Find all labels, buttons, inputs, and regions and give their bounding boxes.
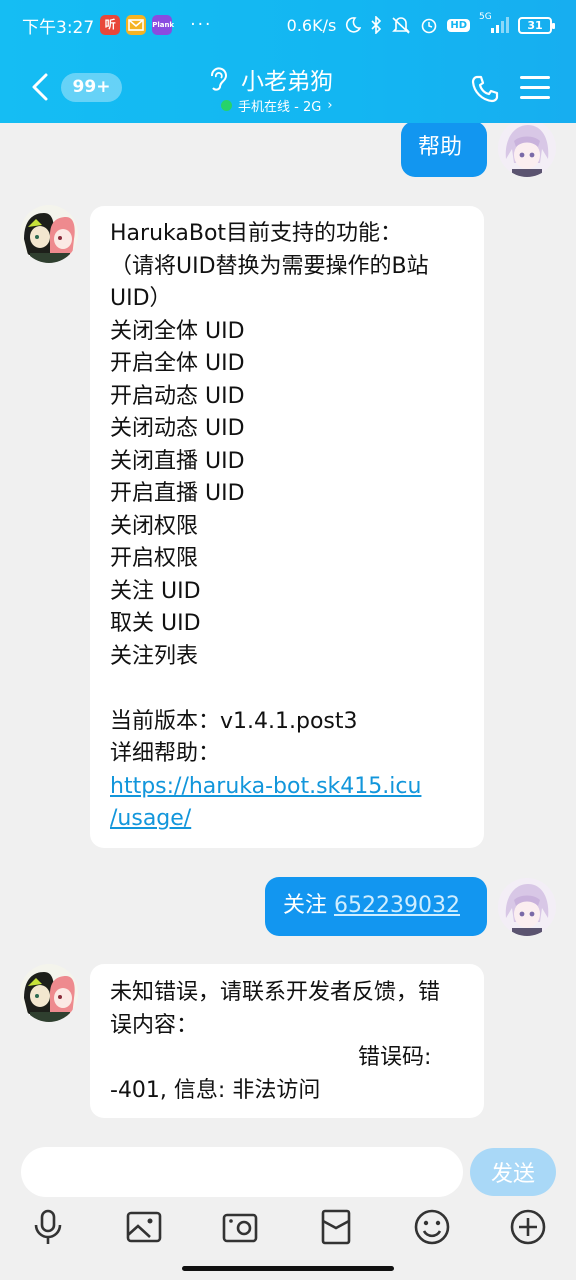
bluetooth-icon [371, 16, 382, 34]
message-bubble-in[interactable]: HarukaBot目前支持的功能： （请将UID替换为需要操作的B站 UID） … [90, 206, 484, 848]
input-bar: 发送 [0, 1135, 576, 1280]
chevron-right-icon: › [327, 98, 333, 113]
home-indicator[interactable] [182, 1266, 394, 1271]
message-bubble-out[interactable]: 关注 652239032 [265, 877, 487, 936]
uid-link[interactable]: 652239032 [334, 893, 460, 918]
emoji-icon[interactable] [412, 1207, 452, 1247]
online-dot [221, 100, 232, 111]
red-packet-icon[interactable] [316, 1207, 356, 1247]
moon-icon [346, 17, 362, 33]
mute-icon [392, 17, 411, 34]
alarm-icon [422, 18, 437, 34]
message-bubble-out[interactable]: 帮助 [401, 123, 487, 177]
help-link[interactable]: https://haruka-bot.sk415.icu /usage/ [110, 771, 470, 836]
input-toolbar [0, 1207, 576, 1251]
send-button[interactable]: 发送 [470, 1148, 556, 1196]
my-avatar[interactable] [498, 878, 556, 936]
online-status: 手机在线 - 2G › [221, 96, 333, 115]
contact-avatar[interactable] [20, 205, 78, 263]
my-avatar[interactable] [498, 123, 556, 177]
phone-call-icon[interactable] [470, 74, 500, 104]
unread-badge[interactable]: 99+ [61, 73, 122, 102]
message-bubble-in[interactable]: 未知错误，请联系开发者反馈，错 误内容： 错误码: -401, 信息: 非法访问 [90, 964, 484, 1118]
status-bar: 下午3:27 听 Plank ··· 0.6K/s HD 5G 31 [0, 0, 576, 50]
camera-icon[interactable] [220, 1207, 260, 1247]
header: 下午3:27 听 Plank ··· 0.6K/s HD 5G 31 99+ 小… [0, 0, 576, 123]
more-notifications-icon: ··· [190, 15, 213, 35]
ting-app-icon: 听 [100, 15, 121, 35]
chat-nav-bar: 99+ 小老弟狗 手机在线 - 2G › [0, 50, 576, 123]
chat-title: 小老弟狗 [241, 69, 333, 95]
status-time: 下午3:27 [22, 17, 95, 38]
microphone-icon[interactable] [28, 1207, 68, 1247]
ear-icon [211, 67, 227, 91]
plus-icon[interactable] [508, 1207, 548, 1247]
image-icon[interactable] [124, 1207, 164, 1247]
message-input[interactable] [21, 1147, 463, 1197]
back-icon[interactable] [28, 72, 54, 102]
mail-app-icon [126, 15, 147, 35]
signal-icon: 5G [479, 12, 509, 34]
net-speed: 0.6K/s [286, 15, 337, 35]
menu-icon[interactable] [520, 76, 550, 106]
chat-list[interactable]: 帮助 HarukaBot目前支持的功能： （请将UID替换为需要操作的B站 UI… [0, 123, 576, 1135]
battery-icon: 31 [518, 16, 555, 34]
contact-avatar[interactable] [20, 964, 78, 1022]
hd-icon: HD [447, 18, 470, 32]
plank-app-icon: Plank [152, 15, 174, 35]
